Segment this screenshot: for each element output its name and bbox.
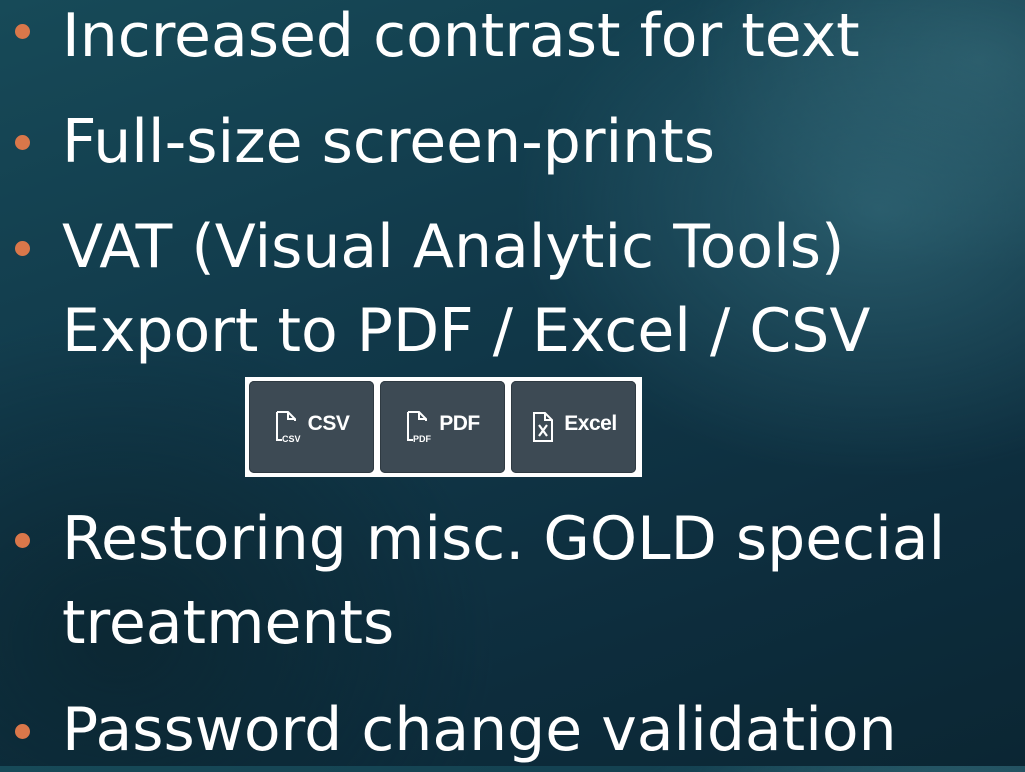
bullet-marker [15,241,30,256]
export-excel-button[interactable]: Excel [511,381,636,473]
bullet-text: Restoring misc. GOLD special treatments [62,497,945,665]
export-button-strip: CSV CSV PDF PDF Excel [245,377,642,477]
export-pdf-button[interactable]: PDF PDF [380,381,505,473]
bullet-line: Full-size screen-prints [62,107,715,177]
bullet-text: VAT (Visual Analytic Tools) Export to PD… [62,205,870,373]
bullet-marker [15,724,30,739]
bullet-line: Increased contrast for text [62,1,860,71]
bullet-line: Password change validation [62,695,897,765]
pdf-file-icon: PDF [407,411,432,444]
export-excel-label: Excel [564,412,617,435]
bullet-text: Increased contrast for text [62,0,860,78]
svg-text:CSV: CSV [282,434,301,444]
bullet-marker [15,533,30,548]
bullet-line: Restoring misc. GOLD special [62,504,946,574]
export-csv-button[interactable]: CSV CSV [249,381,374,473]
bullet-marker [15,135,30,150]
bullet-text: Full-size screen-prints [62,100,715,184]
export-csv-label: CSV [307,412,350,435]
bullet-line: Export to PDF / Excel / CSV [62,296,871,366]
csv-file-icon: CSV [275,411,301,444]
bullet-line: VAT (Visual Analytic Tools) [62,212,845,282]
slide: Increased contrast for text Full-size sc… [0,0,1025,766]
bullet-line: treatments [62,588,395,658]
export-pdf-label: PDF [439,412,480,435]
bullet-text: Password change validation [62,688,897,772]
excel-file-icon [533,412,554,442]
svg-text:PDF: PDF [413,434,432,444]
bullet-marker [15,24,30,39]
